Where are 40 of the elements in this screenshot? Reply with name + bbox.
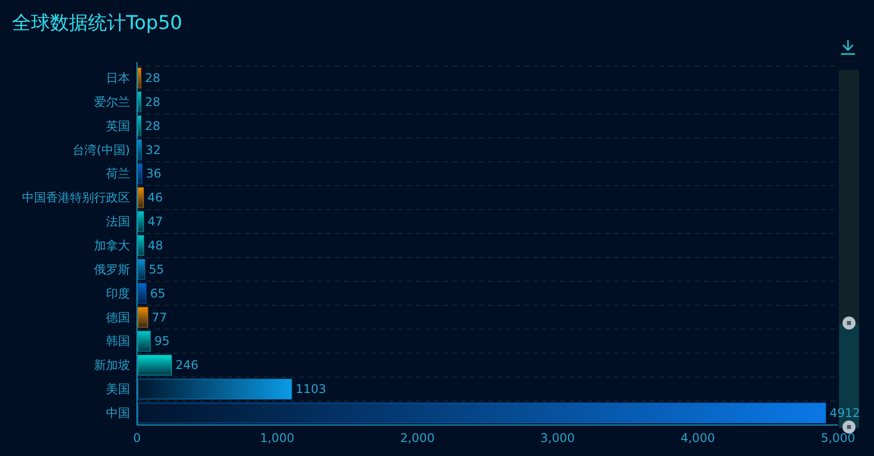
tick-label: 0 — [133, 431, 141, 445]
category-label: 德国 — [106, 310, 130, 324]
value-label: 77 — [152, 310, 168, 324]
value-label: 36 — [146, 166, 162, 181]
value-label: 246 — [176, 358, 198, 372]
tick-label: 3,000 — [540, 431, 575, 445]
download-icon[interactable] — [840, 39, 856, 55]
value-label: 65 — [150, 286, 166, 300]
category-label: 新加坡 — [94, 358, 130, 372]
value-label: 47 — [148, 214, 163, 229]
category-label: 英国 — [106, 118, 130, 133]
tick-label: 4,000 — [680, 431, 715, 445]
tick-label: 2,000 — [400, 431, 435, 445]
value-label: 32 — [145, 142, 161, 157]
value-label: 55 — [148, 262, 164, 276]
tick-label: 5,000 — [820, 431, 856, 445]
value-label: 95 — [154, 334, 170, 348]
value-label: 46 — [147, 190, 163, 205]
value-label: 48 — [148, 238, 163, 252]
chart-title: 全球数据统计Top50 — [12, 11, 182, 36]
category-label: 美国 — [106, 382, 130, 396]
value-label: 1103 — [296, 382, 326, 396]
slider-handle[interactable] — [842, 420, 856, 434]
category-label: 韩国 — [106, 334, 130, 348]
value-label: 28 — [145, 70, 160, 85]
category-label: 台湾(中国) — [72, 142, 130, 157]
category-label: 印度 — [106, 286, 130, 300]
category-label: 中国 — [106, 406, 130, 420]
category-label: 加拿大 — [94, 238, 130, 252]
category-label: 法国 — [106, 214, 130, 229]
category-label: 爱尔兰 — [94, 94, 130, 109]
tick-label: 1,000 — [260, 431, 294, 445]
category-label: 俄罗斯 — [94, 262, 130, 276]
value-label: 28 — [145, 94, 160, 109]
value-label: 28 — [145, 118, 160, 133]
category-label: 日本 — [106, 70, 130, 85]
value-label: 4912 — [830, 406, 860, 420]
category-label: 中国香港特别行政区 — [22, 190, 130, 205]
category-label: 荷兰 — [106, 166, 130, 181]
slider-handle[interactable] — [842, 316, 856, 330]
